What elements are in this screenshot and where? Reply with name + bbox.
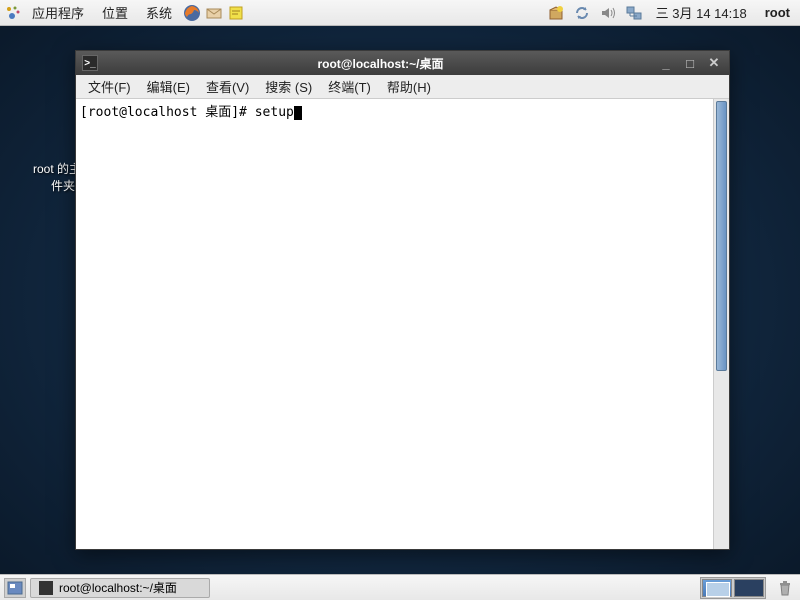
menu-edit[interactable]: 编辑(E) — [139, 75, 198, 98]
scrollbar-thumb[interactable] — [716, 101, 727, 371]
show-desktop-button[interactable] — [4, 578, 26, 598]
menu-file[interactable]: 文件(F) — [80, 75, 139, 98]
terminal-window: >_ root@localhost:~/桌面 _ □ ✕ 文件(F) 编辑(E)… — [75, 50, 730, 550]
menu-places[interactable]: 位置 — [94, 1, 136, 24]
minimize-button[interactable]: _ — [657, 55, 675, 71]
workspace-switcher — [700, 577, 766, 599]
top-panel: 应用程序 位置 系统 三 3月 14 14:18 root — [0, 0, 800, 26]
volume-icon[interactable] — [598, 3, 618, 23]
menu-search[interactable]: 搜索 (S) — [257, 75, 320, 98]
terminal-app-icon: >_ — [82, 55, 98, 71]
menubar: 文件(F) 编辑(E) 查看(V) 搜索 (S) 终端(T) 帮助(H) — [76, 75, 729, 99]
menu-applications[interactable]: 应用程序 — [24, 1, 92, 24]
trash-icon[interactable] — [774, 577, 796, 599]
terminal-cursor — [294, 106, 302, 120]
prompt-text: [root@localhost 桌面]# — [80, 105, 255, 120]
close-button[interactable]: ✕ — [705, 55, 723, 71]
terminal-body: [root@localhost 桌面]# setup — [76, 99, 729, 549]
terminal-taskbar-icon — [39, 581, 53, 595]
clock[interactable]: 三 3月 14 14:18 — [650, 3, 753, 22]
taskbar-item-label: root@localhost:~/桌面 — [59, 579, 177, 596]
menu-view[interactable]: 查看(V) — [198, 75, 257, 98]
package-updater-icon[interactable] — [546, 3, 566, 23]
sync-icon[interactable] — [572, 3, 592, 23]
scrollbar[interactable] — [713, 99, 729, 549]
firefox-icon[interactable] — [182, 3, 202, 23]
menu-system[interactable]: 系统 — [138, 1, 180, 24]
workspace-1[interactable] — [702, 579, 732, 597]
mail-icon[interactable] — [204, 3, 224, 23]
titlebar[interactable]: >_ root@localhost:~/桌面 _ □ ✕ — [76, 51, 729, 75]
taskbar-item-terminal[interactable]: root@localhost:~/桌面 — [30, 578, 210, 598]
network-icon[interactable] — [624, 3, 644, 23]
gnome-foot-icon — [4, 4, 22, 22]
user-indicator[interactable]: root — [759, 5, 796, 20]
window-title: root@localhost:~/桌面 — [104, 55, 657, 72]
menu-terminal[interactable]: 终端(T) — [320, 75, 379, 98]
notes-icon[interactable] — [226, 3, 246, 23]
bottom-panel: root@localhost:~/桌面 — [0, 574, 800, 600]
workspace-2[interactable] — [734, 579, 764, 597]
command-text: setup — [255, 105, 294, 120]
maximize-button[interactable]: □ — [681, 55, 699, 71]
menu-help[interactable]: 帮助(H) — [379, 75, 439, 98]
terminal-content[interactable]: [root@localhost 桌面]# setup — [76, 99, 713, 549]
